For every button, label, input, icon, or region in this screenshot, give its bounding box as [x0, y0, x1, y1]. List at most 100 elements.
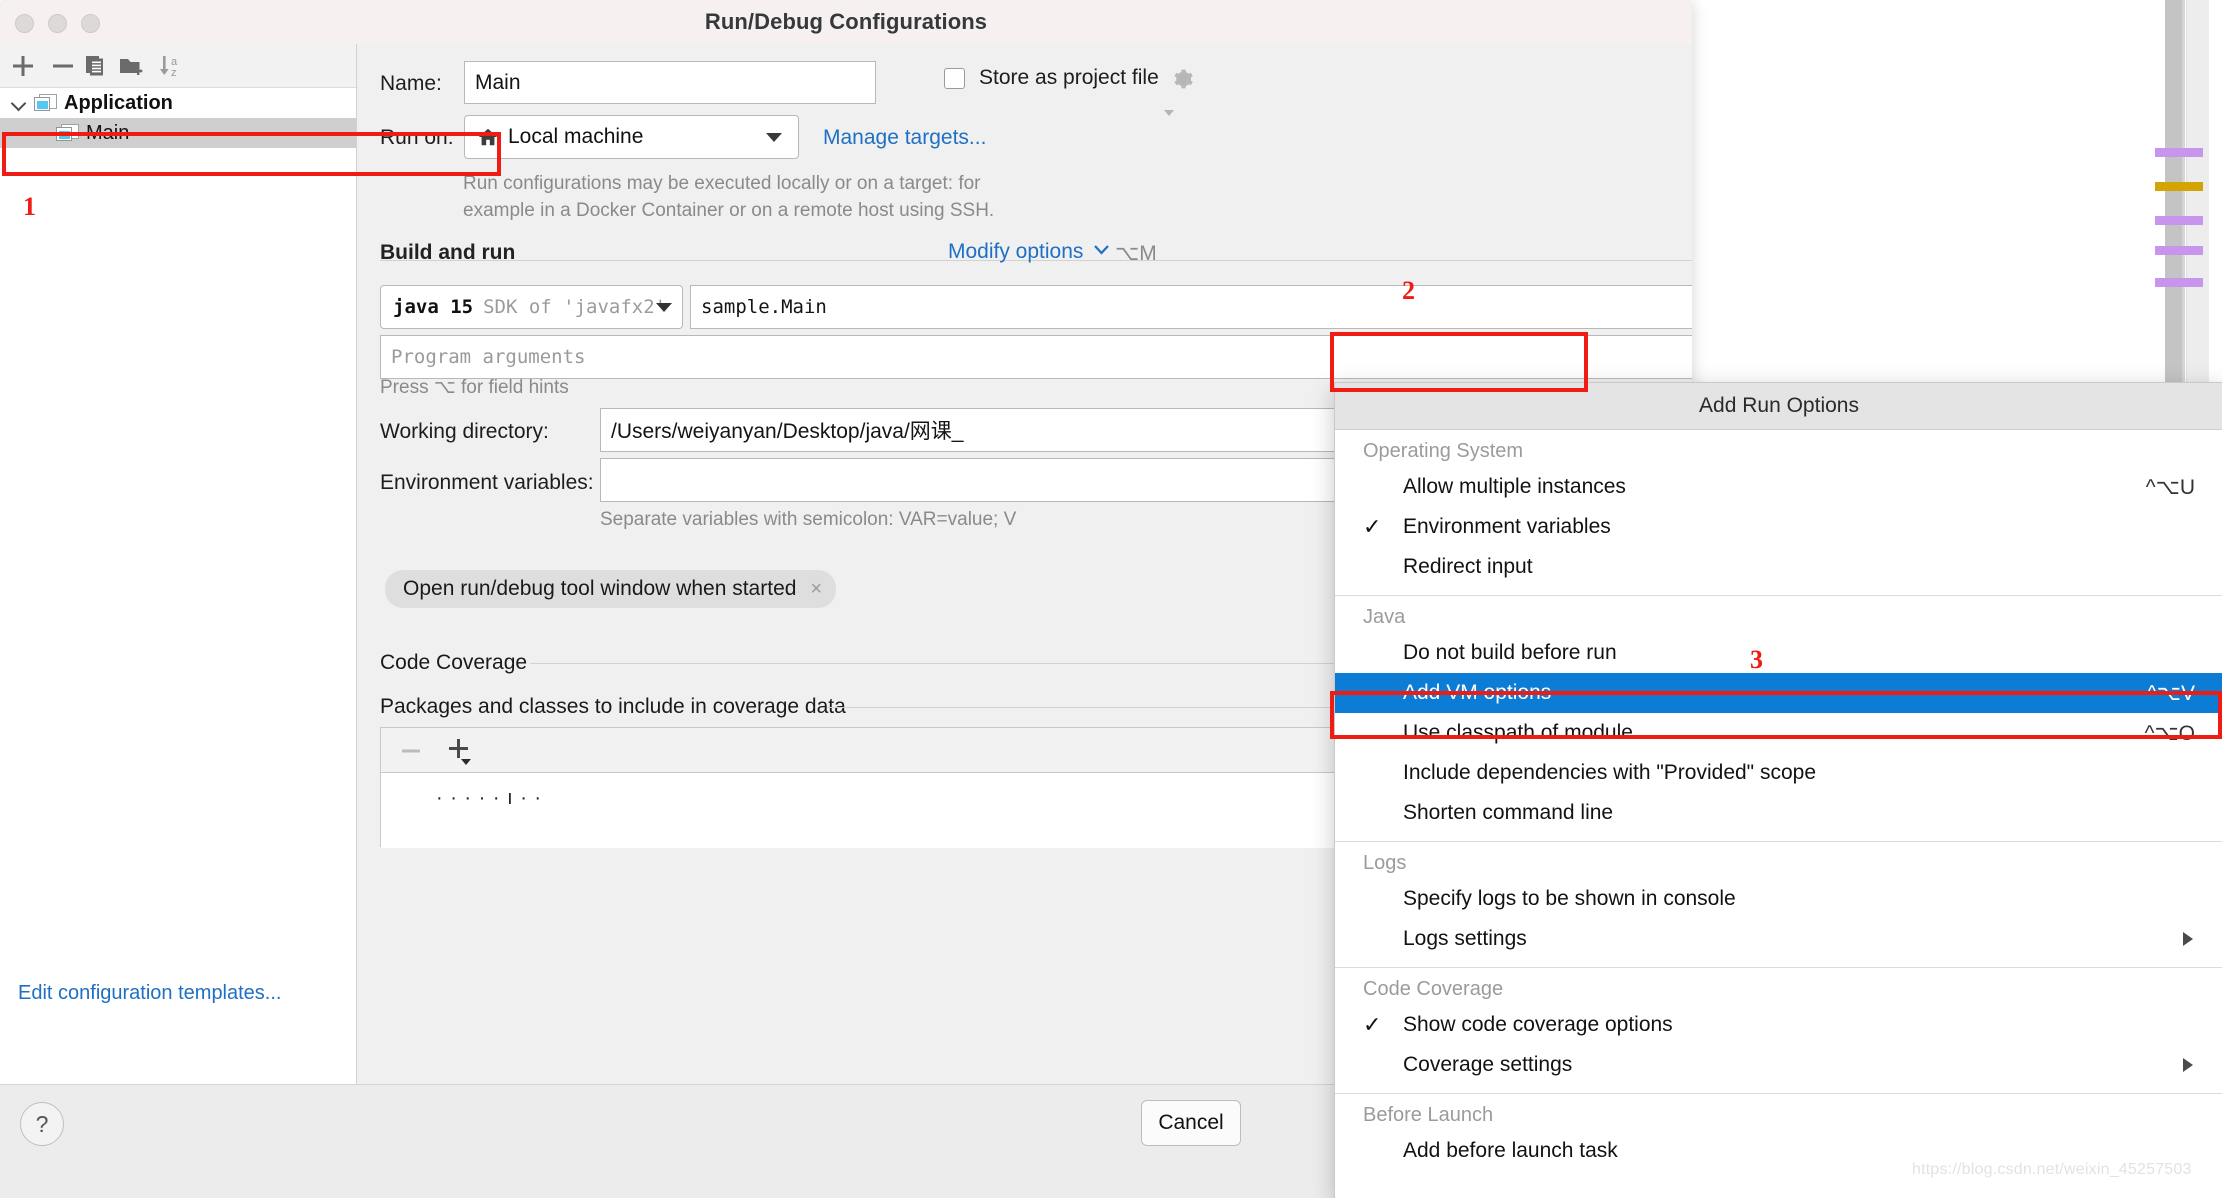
copy-configuration-button[interactable] — [82, 53, 108, 84]
remove-icon — [399, 738, 425, 764]
menu-item-include-provided-dependencies[interactable]: Include dependencies with "Provided" sco… — [1335, 753, 2222, 793]
coverage-row-text: · · · · · ı · · — [436, 787, 542, 810]
run-on-hint-line-2: example in a Docker Container or on a re… — [463, 198, 1103, 225]
configurations-toolbar: a z — [0, 44, 356, 88]
menu-item-label: Shorten command line — [1403, 801, 1613, 825]
menu-item-label: Add VM options — [1403, 681, 1551, 705]
check-icon: ✓ — [1363, 514, 1385, 540]
open-run-debug-tool-window-chip[interactable]: Open run/debug tool window when started … — [385, 570, 836, 608]
sort-az-icon: a z — [156, 53, 186, 79]
copy-icon — [82, 53, 108, 79]
store-as-project-file-label: Store as project file — [979, 66, 1159, 90]
menu-item-logs-settings[interactable]: Logs settings — [1335, 919, 2222, 959]
scrollbar-marker — [2155, 246, 2203, 255]
name-input[interactable]: Main — [464, 61, 876, 104]
modify-options-link[interactable]: Modify options — [948, 240, 1110, 264]
menu-item-label: Environment variables — [1403, 515, 1611, 539]
name-row: Name: — [380, 72, 442, 96]
remove-configuration-button[interactable] — [50, 53, 76, 84]
build-and-run-title: Build and run — [380, 241, 515, 265]
run-on-row: Run on: — [380, 126, 454, 150]
coverage-add-button[interactable] — [446, 736, 474, 771]
program-arguments-input[interactable]: Program arguments — [380, 335, 1692, 379]
remove-icon — [50, 53, 76, 79]
dialog-titlebar: Run/Debug Configurations — [0, 0, 1692, 44]
application-icon — [34, 94, 56, 112]
add-run-options-menu-title: Add Run Options — [1335, 383, 2222, 430]
menu-item-label: Specify logs to be shown in console — [1403, 887, 1736, 911]
packages-section-title: Packages and classes to include in cover… — [380, 695, 846, 719]
menu-item-use-classpath-of-module[interactable]: Use classpath of module ^⌥O — [1335, 713, 2222, 753]
chevron-down-icon[interactable] — [10, 93, 30, 113]
help-button[interactable]: ? — [20, 1102, 64, 1146]
menu-item-label: Add before launch task — [1403, 1139, 1618, 1163]
home-icon — [477, 126, 499, 148]
store-as-project-file-checkbox[interactable] — [944, 68, 965, 89]
sort-alphabetically-button[interactable]: a z — [156, 53, 186, 84]
gear-icon[interactable] — [1171, 67, 1193, 89]
program-arguments-placeholder: Program arguments — [391, 346, 585, 368]
run-on-target-combo[interactable]: Local machine — [464, 115, 799, 159]
jdk-selector-combo[interactable]: java 15 SDK of 'javafx2' — [380, 285, 683, 329]
menu-group-code-coverage-label: Code Coverage — [1335, 968, 2222, 1005]
menu-item-label: Coverage settings — [1403, 1053, 1572, 1077]
open-run-debug-tool-window-label: Open run/debug tool window when started — [403, 577, 796, 601]
code-coverage-section-title: Code Coverage — [380, 651, 527, 675]
chevron-down-icon[interactable] — [766, 133, 782, 142]
check-icon: ✓ — [1363, 1012, 1385, 1038]
dialog-title: Run/Debug Configurations — [0, 0, 1692, 44]
menu-item-add-vm-options[interactable]: Add VM options ^⌥V — [1335, 673, 2222, 713]
close-icon[interactable]: × — [810, 578, 822, 601]
new-folder-icon — [118, 53, 146, 79]
watermark-text: https://blog.csdn.net/weixin_45257503 — [1912, 1161, 2192, 1179]
environment-variables-hint: Separate variables with semicolon: VAR=v… — [600, 507, 1016, 534]
menu-item-label: Show code coverage options — [1403, 1013, 1673, 1037]
menu-item-specify-logs[interactable]: Specify logs to be shown in console — [1335, 879, 2222, 919]
scrollbar-marker — [2155, 278, 2203, 287]
add-configuration-button[interactable] — [10, 53, 36, 84]
chevron-down-icon[interactable] — [656, 303, 672, 312]
menu-item-show-code-coverage-options[interactable]: ✓ Show code coverage options — [1335, 1005, 2222, 1045]
menu-item-shorten-command-line[interactable]: Shorten command line — [1335, 793, 2222, 833]
add-icon — [10, 53, 36, 79]
run-on-hint: Run configurations may be executed local… — [463, 171, 1103, 224]
menu-item-label: Logs settings — [1403, 927, 1527, 951]
run-on-label: Run on: — [380, 126, 454, 149]
chevron-right-icon — [2183, 932, 2193, 946]
menu-item-shortcut: ^⌥U — [2146, 475, 2195, 500]
menu-item-label: Use classpath of module — [1403, 721, 1633, 745]
run-on-hint-line-1: Run configurations may be executed local… — [463, 171, 1103, 198]
modify-options-label: Modify options — [948, 240, 1083, 264]
menu-item-allow-multiple-instances[interactable]: Allow multiple instances ^⌥U — [1335, 467, 2222, 507]
environment-variables-label: Environment variables: — [380, 471, 594, 495]
coverage-remove-button[interactable] — [399, 738, 425, 769]
menu-group-logs-label: Logs — [1335, 842, 2222, 879]
menu-item-environment-variables[interactable]: ✓ Environment variables — [1335, 507, 2222, 547]
manage-targets-link[interactable]: Manage targets... — [823, 126, 986, 150]
edit-configuration-templates-link[interactable]: Edit configuration templates... — [18, 982, 281, 1005]
new-folder-button[interactable] — [118, 53, 146, 84]
add-icon — [446, 736, 474, 766]
menu-item-shortcut: ^⌥V — [2147, 681, 2195, 706]
modify-options-shortcut: ⌥M — [1115, 241, 1157, 266]
chevron-down-icon[interactable] — [1093, 243, 1110, 261]
annotation-number-2: 2 — [1402, 276, 1415, 306]
menu-group-java-label: Java — [1335, 596, 2222, 633]
main-class-input[interactable]: sample.Main — [690, 285, 1692, 329]
cancel-button[interactable]: Cancel — [1141, 1100, 1241, 1146]
scrollbar-marker — [2155, 148, 2203, 157]
svg-text:z: z — [171, 67, 177, 79]
field-hints-text: Press ⌥ for field hints — [380, 375, 569, 402]
tree-node-application[interactable]: Application — [0, 88, 356, 118]
tree-node-main[interactable]: Main — [0, 118, 356, 148]
add-run-options-menu: Add Run Options Operating System Allow m… — [1334, 382, 2222, 1198]
menu-group-before-launch-label: Before Launch — [1335, 1094, 2222, 1131]
annotation-number-1: 1 — [23, 192, 36, 222]
tree-node-main-label: Main — [86, 122, 129, 145]
menu-item-label: Allow multiple instances — [1403, 475, 1626, 499]
menu-item-coverage-settings[interactable]: Coverage settings — [1335, 1045, 2222, 1085]
menu-item-do-not-build-before-run[interactable]: Do not build before run — [1335, 633, 2222, 673]
menu-item-label: Redirect input — [1403, 555, 1533, 579]
menu-item-redirect-input[interactable]: Redirect input — [1335, 547, 2222, 587]
working-directory-label: Working directory: — [380, 420, 549, 444]
